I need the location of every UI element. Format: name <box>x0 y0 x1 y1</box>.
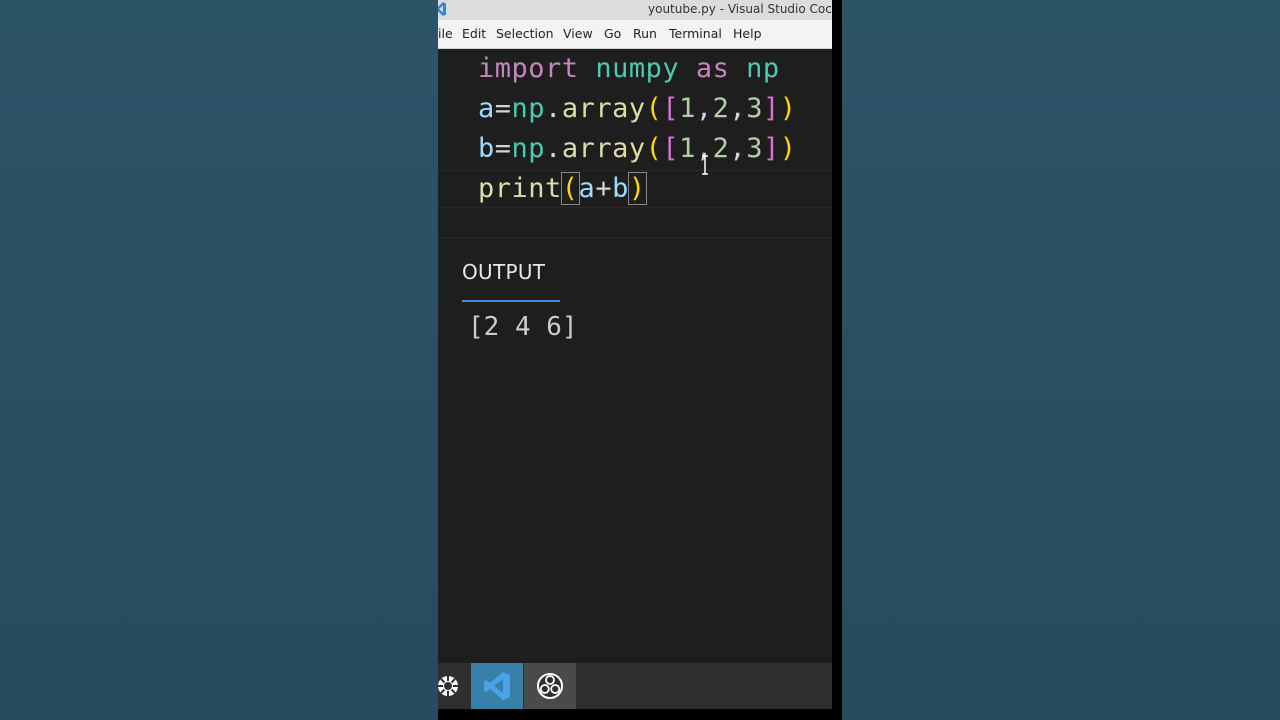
bracket: ) <box>779 133 797 164</box>
keyword-as: as <box>695 53 730 84</box>
taskbar-vscode-button[interactable] <box>471 663 523 709</box>
start-menu-button[interactable] <box>438 663 464 709</box>
function-print: print <box>478 173 562 204</box>
menu-terminal[interactable]: Terminal <box>669 26 722 41</box>
bracket: ( <box>645 133 663 164</box>
variable-b: b <box>612 173 629 204</box>
function-array: array <box>561 93 646 124</box>
menu-edit[interactable]: Edit <box>462 26 486 41</box>
number: 3 <box>746 93 763 124</box>
alias-np: np <box>511 93 546 124</box>
operator-dot: . <box>545 93 562 124</box>
menu-run[interactable]: Run <box>633 26 657 41</box>
bottom-strip <box>438 709 842 720</box>
tab-output[interactable]: OUTPUT <box>462 260 560 302</box>
comma: , <box>729 93 747 124</box>
menu-file[interactable]: ile <box>438 26 453 41</box>
taskbar-obs-button[interactable] <box>524 663 576 709</box>
bracket-matched: ) <box>627 172 647 205</box>
alias-np: np <box>746 53 780 84</box>
alias-np: np <box>511 133 546 164</box>
background-right <box>842 0 1280 720</box>
number: 3 <box>746 133 763 164</box>
menu-help[interactable]: Help <box>733 26 762 41</box>
screen-recording-frame: youtube.py - Visual Studio Coc ile Edit … <box>438 0 842 720</box>
menu-go[interactable]: Go <box>604 26 621 41</box>
comma: , <box>695 93 713 124</box>
module-numpy: numpy <box>595 53 680 84</box>
keyword-import: import <box>478 53 579 84</box>
operator-dot: . <box>545 133 562 164</box>
text-cursor-icon <box>701 155 709 175</box>
operator-equals: = <box>494 133 512 164</box>
number: 2 <box>712 133 730 164</box>
background-left <box>0 0 438 720</box>
title-bar: youtube.py - Visual Studio Coc <box>438 0 832 20</box>
vscode-icon <box>484 672 510 700</box>
bracket: [ <box>662 93 680 124</box>
vscode-title-icon <box>438 2 446 16</box>
menu-selection[interactable]: Selection <box>496 26 554 41</box>
menu-view[interactable]: View <box>563 26 593 41</box>
variable-a: a <box>578 173 596 204</box>
function-array: array <box>561 133 646 164</box>
code-line-4[interactable]: print(a+b) <box>478 172 647 206</box>
bracket: ] <box>762 133 780 164</box>
start-menu-icon <box>438 676 458 696</box>
active-tab-indicator <box>462 300 560 302</box>
program-output: [2 4 6] <box>468 312 578 342</box>
number: 1 <box>679 93 696 124</box>
code-editor[interactable]: import numpy as np a=np.array([1,2,3]) b… <box>438 49 832 237</box>
number: 1 <box>679 133 696 164</box>
tab-output-label: OUTPUT <box>462 260 546 284</box>
bracket: ( <box>645 93 663 124</box>
code-line-1[interactable]: import numpy as np <box>478 52 780 86</box>
bracket: ) <box>779 93 797 124</box>
output-panel: OUTPUT [2 4 6] <box>438 237 832 664</box>
bracket: ] <box>762 93 780 124</box>
menu-bar: ile Edit Selection View Go Run Terminal … <box>438 20 832 49</box>
code-line-3[interactable]: b=np.array([1,2,3]) <box>478 132 796 166</box>
operator-equals: = <box>494 93 512 124</box>
code-line-2[interactable]: a=np.array([1,2,3]) <box>478 92 796 126</box>
operator-plus: + <box>595 173 613 204</box>
obs-icon <box>537 673 563 699</box>
variable-b: b <box>478 133 495 164</box>
number: 2 <box>712 93 730 124</box>
bracket: [ <box>662 133 680 164</box>
variable-a: a <box>478 93 495 124</box>
window-title: youtube.py - Visual Studio Coc <box>648 2 832 16</box>
comma: , <box>729 133 747 164</box>
taskbar <box>438 663 832 709</box>
bracket-matched: ( <box>560 172 580 205</box>
